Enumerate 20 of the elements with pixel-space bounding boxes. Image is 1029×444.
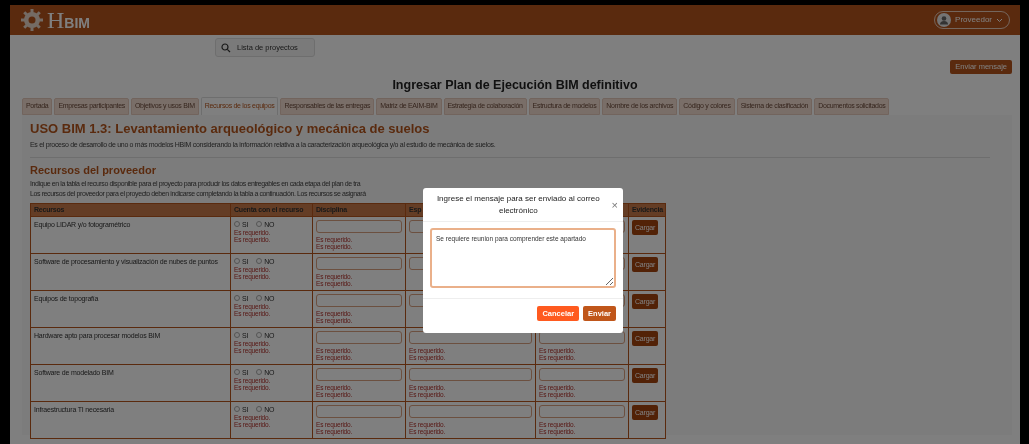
search-icon [221,42,231,53]
input-field[interactable] [316,256,402,270]
input-field[interactable] [316,219,402,233]
input-field[interactable] [316,404,402,418]
input-field[interactable] [539,367,625,381]
section-heading: USO BIM 1.3: Levantamiento arqueológico y mecánica de suelos [30,121,431,137]
logo-text: HBIM [47,8,90,32]
input-field[interactable] [316,293,402,307]
gear-logo-icon [20,8,44,32]
chevron-down-icon [996,17,1003,23]
dialog-title: Ingrese el mensaje para ser enviado al correo electrónico [435,193,601,217]
avatar-icon [937,13,952,27]
input-field[interactable] [409,367,532,381]
section-heading: Recursos del proveedor [30,162,157,177]
input-field[interactable] [316,330,402,344]
input-field[interactable] [316,367,402,381]
page-title: Ingresar Plan de Ejecución BIM definitivo [391,77,639,93]
input-field[interactable] [409,404,532,418]
close-button[interactable]: × [611,199,618,211]
input-field[interactable] [539,404,625,418]
